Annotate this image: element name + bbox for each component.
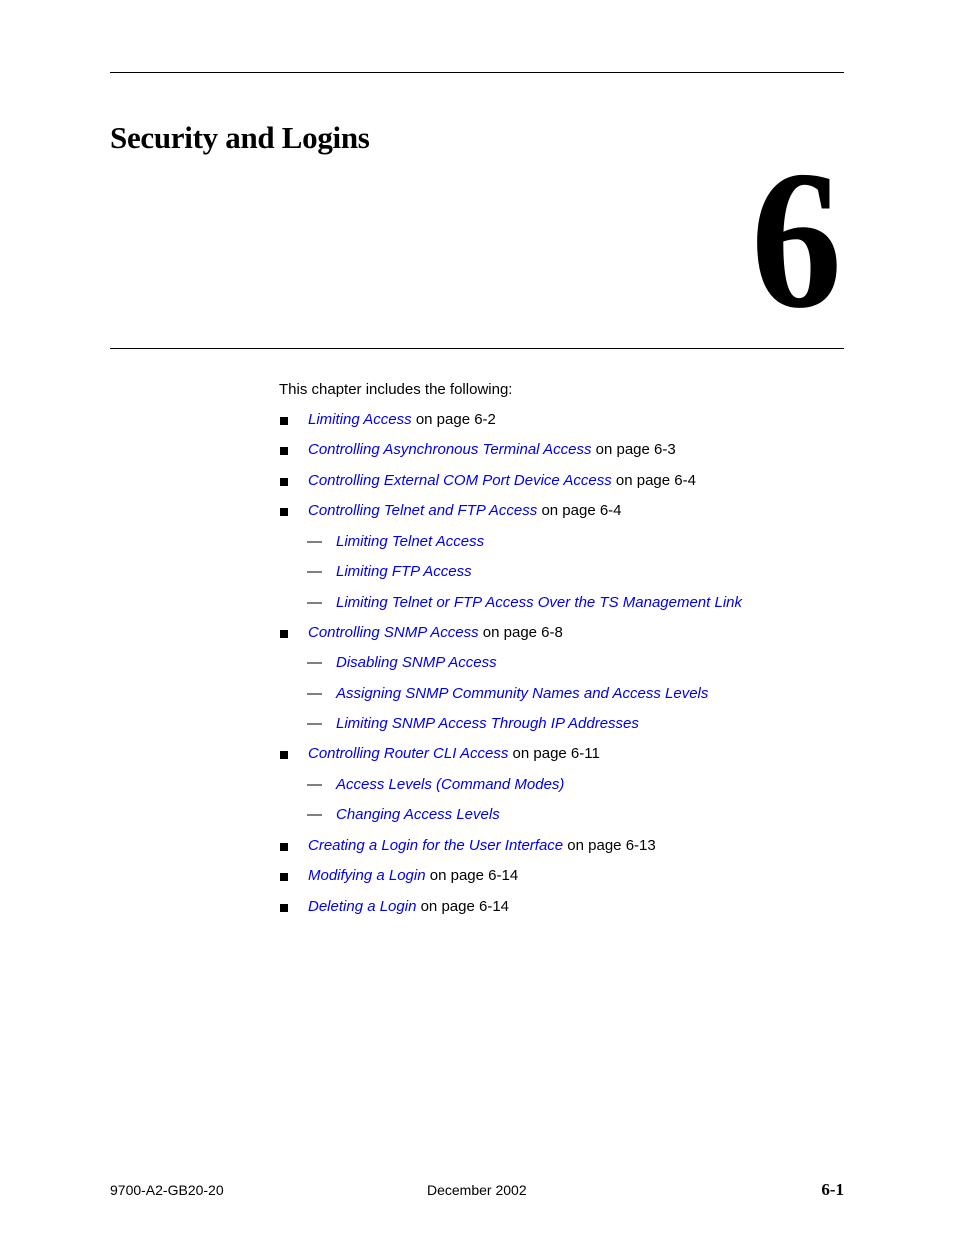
toc-link[interactable]: Controlling Telnet and FTP Access <box>308 502 537 519</box>
page-reference: on page 6-14 <box>416 898 509 915</box>
toc-entry-text: Limiting Telnet Access <box>336 532 484 552</box>
square-bullet-icon <box>280 417 288 425</box>
toc-link[interactable]: Limiting FTP Access <box>336 563 472 580</box>
footer-date: December 2002 <box>427 1182 527 1198</box>
square-bullet-icon <box>280 843 288 851</box>
toc-entry-text: Controlling Telnet and FTP Access on pag… <box>308 501 622 521</box>
toc-entry-text: Controlling External COM Port Device Acc… <box>308 471 696 491</box>
dash-bullet-icon: — <box>307 685 322 702</box>
toc-link[interactable]: Limiting Telnet or FTP Access Over the T… <box>336 594 742 611</box>
toc-link[interactable]: Access Levels (Command Modes) <box>336 776 564 793</box>
toc-link[interactable]: Disabling SNMP Access <box>336 654 497 671</box>
header-divider <box>110 348 844 349</box>
dash-bullet-icon: — <box>307 594 322 611</box>
toc-entry-text: Access Levels (Command Modes) <box>336 775 564 795</box>
toc-entry-text: Creating a Login for the User Interface … <box>308 836 656 856</box>
dash-bullet-icon: — <box>307 654 322 671</box>
dash-bullet-icon: — <box>307 563 322 580</box>
square-bullet-icon <box>280 904 288 912</box>
toc-link[interactable]: Controlling Router CLI Access <box>308 745 508 762</box>
dash-bullet-icon: — <box>307 533 322 550</box>
square-bullet-icon <box>280 447 288 455</box>
toc-entry-text: Controlling Router CLI Access on page 6-… <box>308 744 600 764</box>
toc-entry-text: Controlling Asynchronous Terminal Access… <box>308 440 676 460</box>
toc-entry-text: Disabling SNMP Access <box>336 653 497 673</box>
toc-entry-text: Changing Access Levels <box>336 805 500 825</box>
chapter-number: 6 <box>750 130 842 349</box>
square-bullet-icon <box>280 630 288 638</box>
toc-link[interactable]: Limiting Telnet Access <box>336 533 484 550</box>
square-bullet-icon <box>280 508 288 516</box>
page-reference: on page 6-8 <box>478 624 563 641</box>
page-reference: on page 6-4 <box>611 472 696 489</box>
page-reference: on page 6-13 <box>563 837 656 854</box>
top-rule <box>110 72 844 73</box>
toc-link[interactable]: Modifying a Login <box>308 867 426 884</box>
dash-bullet-icon: — <box>307 715 322 732</box>
toc-link[interactable]: Controlling Asynchronous Terminal Access <box>308 441 591 458</box>
square-bullet-icon <box>280 873 288 881</box>
toc-link[interactable]: Changing Access Levels <box>336 806 500 823</box>
toc-entry-text: Limiting Telnet or FTP Access Over the T… <box>336 593 742 613</box>
toc-link[interactable]: Assigning SNMP Community Names and Acces… <box>336 685 708 702</box>
toc-link[interactable]: Controlling External COM Port Device Acc… <box>308 472 612 489</box>
page-reference: on page 6-4 <box>537 502 622 519</box>
footer-doc-number: 9700-A2-GB20-20 <box>110 1182 224 1198</box>
toc-link[interactable]: Deleting a Login <box>308 898 416 915</box>
page-reference: on page 6-2 <box>411 411 496 428</box>
dash-bullet-icon: — <box>307 776 322 793</box>
toc-entry-text: Limiting Access on page 6-2 <box>308 410 496 430</box>
toc-link[interactable]: Creating a Login for the User Interface <box>308 837 563 854</box>
toc-link[interactable]: Controlling SNMP Access <box>308 624 479 641</box>
chapter-title: Security and Logins <box>110 120 370 155</box>
toc-entry-text: Modifying a Login on page 6-14 <box>308 866 518 886</box>
page-reference: on page 6-11 <box>508 745 600 762</box>
toc-entry-text: Assigning SNMP Community Names and Acces… <box>336 684 708 704</box>
toc-entry-text: Controlling SNMP Access on page 6-8 <box>308 623 563 643</box>
square-bullet-icon <box>280 478 288 486</box>
page-reference: on page 6-3 <box>591 441 676 458</box>
intro-text: This chapter includes the following: <box>279 381 513 398</box>
page-reference: on page 6-14 <box>425 867 519 884</box>
footer-page-number: 6-1 <box>821 1180 844 1199</box>
toc-link[interactable]: Limiting SNMP Access Through IP Addresse… <box>336 715 639 732</box>
toc-link[interactable]: Limiting Access <box>308 411 412 428</box>
square-bullet-icon <box>280 751 288 759</box>
toc-entry-text: Deleting a Login on page 6-14 <box>308 897 509 917</box>
toc-entry-text: Limiting SNMP Access Through IP Addresse… <box>336 714 639 734</box>
toc-entry-text: Limiting FTP Access <box>336 562 472 582</box>
dash-bullet-icon: — <box>307 806 322 823</box>
